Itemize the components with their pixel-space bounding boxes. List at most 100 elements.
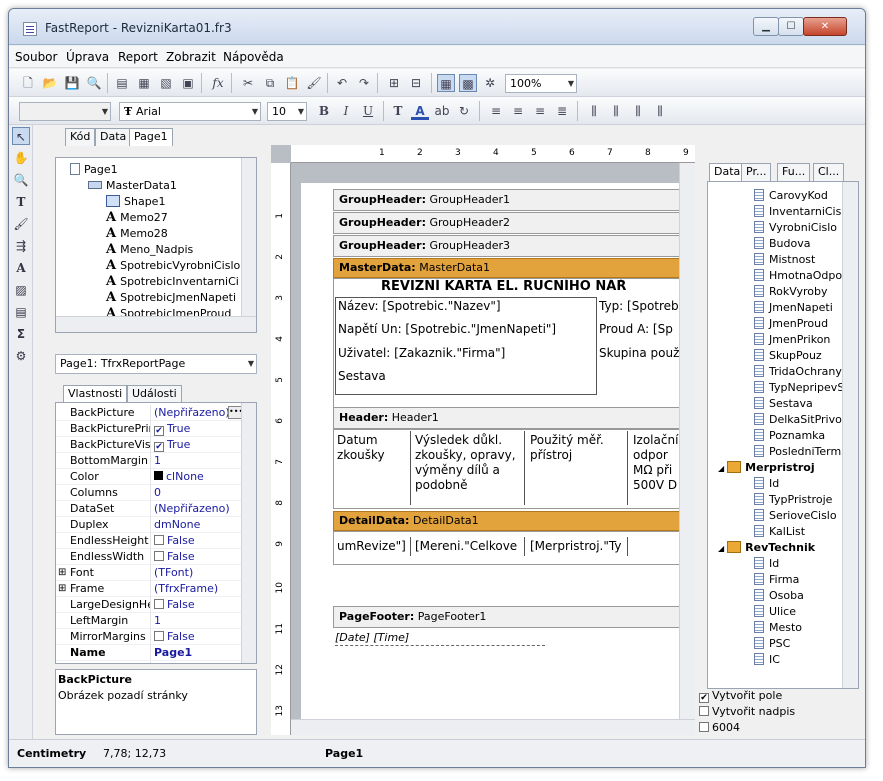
zoom-select[interactable]: 100% ▼ [505,74,577,93]
new-icon[interactable]: 🗋 [19,74,37,92]
field-item[interactable]: HmotnaOdpove [754,268,855,284]
memo-h-pristroj[interactable]: Použitý měř. přístroj [528,431,628,505]
tree-item[interactable]: MasterData1 [88,178,177,194]
field-item[interactable]: InventarniCislo [754,204,851,220]
designer-horizontal-scrollbar[interactable] [291,719,695,735]
memo-nazev[interactable]: Název: [Spotrebic."Nazev"] [338,299,501,314]
option-checkbox[interactable]: 6004 [699,721,740,735]
cut-icon[interactable]: ✂ [239,74,257,92]
menu-uprava[interactable]: Úprava [66,50,109,64]
field-item[interactable]: CarovyKod [754,188,828,204]
tab-udalosti[interactable]: Události [127,385,182,403]
ungroup-icon[interactable]: ⊟ [407,74,425,92]
property-row[interactable]: LargeDesignHeig False [56,597,256,613]
property-row[interactable]: BackPicturePrint✔True [56,421,256,437]
align-center-icon[interactable]: ≡ [509,102,527,120]
memo-h-vysledek[interactable]: Výsledek důkl. zkoušky, opravy, výměny d… [413,431,525,505]
sum-object-icon[interactable]: Σ [12,325,30,343]
save-icon[interactable]: 💾 [63,74,81,92]
menu-zobrazit[interactable]: Zobrazit [166,50,216,64]
field-item[interactable]: TypPristroje [754,492,832,508]
property-row[interactable]: ⊞ Font (TFont) [56,565,256,581]
field-item[interactable]: Osoba [754,588,804,604]
checkbox-icon[interactable] [154,599,164,609]
property-row[interactable]: Color clNone [56,469,256,485]
field-item[interactable]: RokVyroby [754,284,828,300]
expand-icon[interactable]: ⊞ [58,581,66,596]
group-icon[interactable]: ⊞ [385,74,403,92]
designer-vertical-scrollbar[interactable] [679,163,695,719]
tab-vlastnosti[interactable]: Vlastnosti [63,385,128,403]
band-tool-icon[interactable]: ⇶ [12,237,30,255]
memo-footer-datetime[interactable]: [Date] [Time] [335,630,545,646]
new-page-icon[interactable]: ▤ [113,74,131,92]
tree-item[interactable]: A Meno_Nadpis [106,242,193,258]
font-settings-icon[interactable]: T [389,102,407,120]
field-item[interactable]: Mistnost [754,252,815,268]
field-item[interactable]: Sestava [754,396,813,412]
delete-page-icon[interactable]: ▧ [157,74,175,92]
property-row[interactable]: BackPictureVisibl✔True [56,437,256,453]
redo-icon[interactable]: ↷ [355,74,373,92]
align-bottom-icon[interactable]: ⫼ [629,102,647,120]
picture-object-icon[interactable]: ▨ [12,281,30,299]
zoom-tool-icon[interactable]: 🔍 [12,171,30,189]
style-select[interactable]: ▼ [19,102,111,121]
field-item[interactable]: SkupPouz [754,348,822,364]
maximize-button[interactable]: ☐ [778,17,804,36]
field-item[interactable]: DelkaSitPrivodu [754,412,856,428]
tree-vertical-scrollbar[interactable] [241,158,256,316]
property-row[interactable]: EndlessWidth False [56,549,256,565]
format-painter-icon[interactable]: 🖌 [305,74,323,92]
field-item[interactable]: PSC [754,636,790,652]
tree-item[interactable]: A SpotrebicJmenNapeti [106,290,236,306]
menu-napoveda[interactable]: Nápověda [223,50,284,64]
memo-d-datum[interactable]: umRevize"] [335,537,411,556]
align-justify-icon[interactable]: ≣ [553,102,571,120]
tab-data-tree[interactable]: Data [709,163,746,181]
select-tool-icon[interactable]: ↖ [12,127,30,145]
memo-d-mereni[interactable]: [Mereni."Celkove [413,537,525,556]
object-selector[interactable]: Page1: TfrxReportPage ▼ [55,354,257,374]
property-row[interactable]: Name Page1 [56,645,256,661]
new-dialog-icon[interactable]: ▦ [135,74,153,92]
fit-to-grid-icon[interactable]: ✲ [481,74,499,92]
checkbox-icon[interactable]: ✔ [154,426,164,436]
more-objects-icon[interactable]: ⚙ [12,347,30,365]
band-header1[interactable]: Header: Header1 [333,407,687,429]
properties-vertical-scrollbar[interactable] [241,403,256,663]
field-item[interactable]: SerioveCislo [754,508,837,524]
rotation-icon[interactable]: ↻ [455,102,473,120]
page-settings-icon[interactable]: ▣ [179,74,197,92]
checkbox-icon[interactable] [154,631,164,641]
menu-report[interactable]: Report [118,50,158,64]
tab-data[interactable]: Data [95,128,132,146]
memo-h-datum[interactable]: Datum zkoušky [335,431,411,505]
memo-napeti[interactable]: Napětí Un: [Spotrebic."JmenNapeti"] [338,322,556,337]
property-row[interactable]: Duplex dmNone [56,517,256,533]
field-item[interactable]: JmenProud [754,316,828,332]
field-item[interactable]: Mesto [754,620,802,636]
memo-d-merpristroj[interactable]: [Merpristroj."Ty [528,537,628,556]
hand-tool-icon[interactable]: ✋ [12,149,30,167]
text-edit-tool-icon[interactable]: T [12,193,30,211]
band-groupheader3[interactable]: GroupHeader: GroupHeader3 [333,235,687,257]
data-tree-vertical-scrollbar[interactable] [842,182,858,688]
option-checkbox[interactable]: ✔ Vytvořit pole [699,689,782,703]
band-masterdata1[interactable]: MasterData: MasterData1 [333,258,687,278]
memo-title[interactable]: REVIZNÍ KARTA EL. RUČNÍHO NÁŘ [381,279,626,294]
tree-horizontal-scrollbar[interactable] [56,316,256,332]
property-row[interactable]: LeftMargin 1 [56,613,256,629]
field-item[interactable]: Firma [754,572,799,588]
font-color-icon[interactable]: A [411,102,429,120]
subreport-object-icon[interactable]: ▤ [12,303,30,321]
preview-icon[interactable]: 🔍 [85,74,103,92]
tree-item[interactable]: A SpotrebicInventarniCi [106,274,239,290]
dataset-item[interactable]: ◢ RevTechnik [718,540,815,556]
align-top-icon[interactable]: ⫼ [585,102,603,120]
property-row[interactable]: EndlessHeight False [56,533,256,549]
field-item[interactable]: Poznamka [754,428,825,444]
close-button[interactable]: ✕ [803,17,847,36]
property-row[interactable]: Columns 0 [56,485,256,501]
tree-item[interactable]: A SpotrebicVyrobniCislo [106,258,240,274]
